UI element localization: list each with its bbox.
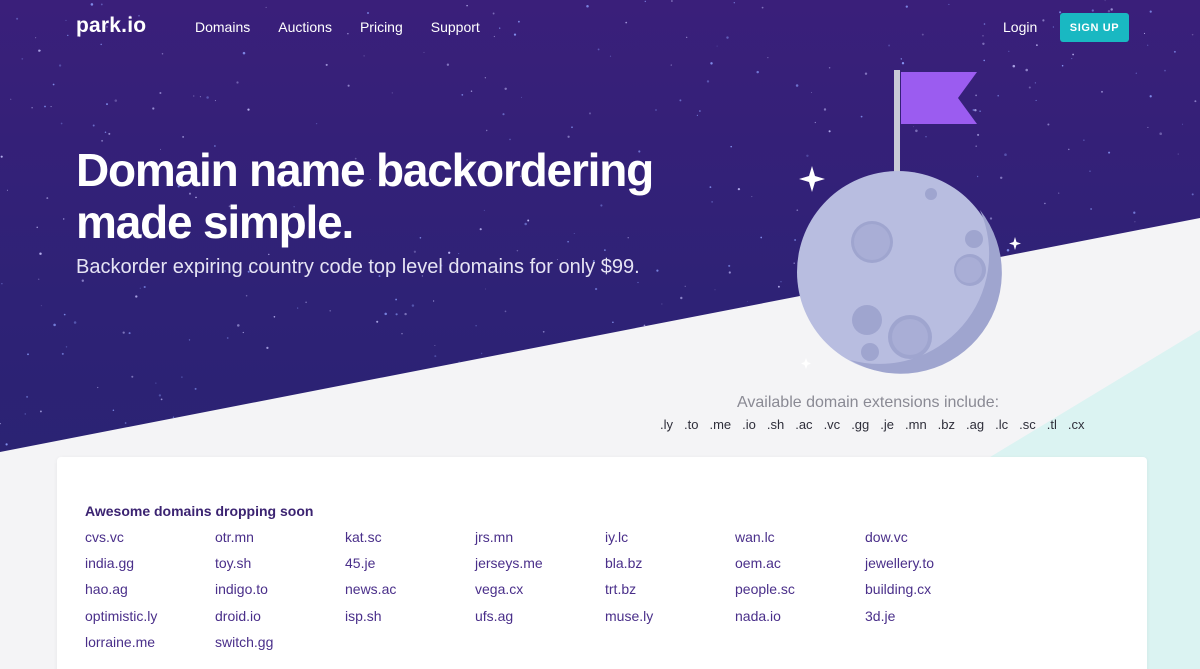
domain-link[interactable]: toy.sh: [215, 555, 345, 581]
extension-item: .je: [880, 417, 894, 432]
hero-headline-line2: made simple.: [76, 196, 354, 248]
dropping-soon-title: Awesome domains dropping soon: [85, 503, 314, 519]
dropping-soon-card: Awesome domains dropping soon cvs.vc indi…: [57, 457, 1147, 669]
domain-link[interactable]: ufs.ag: [475, 608, 605, 634]
crater: [861, 343, 879, 361]
domain-link[interactable]: news.ac: [345, 581, 475, 607]
domain-link[interactable]: jrs.mn: [475, 529, 605, 555]
domain-link[interactable]: muse.ly: [605, 608, 735, 634]
flag-pole: [894, 70, 900, 182]
domain-link[interactable]: oem.ac: [735, 555, 865, 581]
crater: [925, 188, 937, 200]
sparkle-icon: [1009, 237, 1021, 250]
domain-link[interactable]: optimistic.ly: [85, 608, 215, 634]
domain-link[interactable]: 45.je: [345, 555, 475, 581]
extension-item: .lc: [995, 417, 1009, 432]
nav-link-auctions[interactable]: Auctions: [278, 19, 332, 35]
domain-link[interactable]: jerseys.me: [475, 555, 605, 581]
crater: [852, 305, 882, 335]
domain-link[interactable]: kat.sc: [345, 529, 475, 555]
crater: [965, 230, 983, 248]
domain-link[interactable]: nada.io: [735, 608, 865, 634]
domain-link[interactable]: dow.vc: [865, 529, 995, 555]
logo[interactable]: park.io: [76, 14, 146, 38]
empty-cell: [865, 634, 995, 660]
domain-link[interactable]: isp.sh: [345, 608, 475, 634]
extension-item: .io: [742, 417, 756, 432]
extension-item: .ly: [660, 417, 673, 432]
top-nav: park.io Domains Auctions Pricing Support…: [0, 0, 1200, 56]
sparkle-icon: [801, 358, 811, 369]
empty-cell: [605, 634, 735, 660]
empty-cell: [345, 634, 475, 660]
extension-item: .cx: [1067, 417, 1085, 432]
domain-link[interactable]: people.sc: [735, 581, 865, 607]
domain-link[interactable]: 3d.je: [865, 608, 995, 634]
extension-item: .gg: [851, 417, 870, 432]
hero-subhead: Backorder expiring country code top leve…: [76, 256, 640, 278]
empty-cell: [735, 634, 865, 660]
nav-links: Domains Auctions Pricing Support: [195, 19, 480, 35]
extension-item: .ac: [795, 417, 813, 432]
domain-link[interactable]: iy.lc: [605, 529, 735, 555]
moon-illustration: [797, 70, 1021, 374]
flag-icon: [901, 72, 977, 124]
domain-link[interactable]: building.cx: [865, 581, 995, 607]
domain-link[interactable]: hao.ag: [85, 581, 215, 607]
nav-link-support[interactable]: Support: [431, 19, 480, 35]
sparkle-icon: [799, 166, 825, 192]
empty-cell: [475, 634, 605, 660]
extension-item: .ag: [966, 417, 985, 432]
hero-headline-line1: Domain name backordering: [76, 144, 654, 196]
nav-link-domains[interactable]: Domains: [195, 19, 250, 35]
domain-link[interactable]: india.gg: [85, 555, 215, 581]
domain-link[interactable]: droid.io: [215, 608, 345, 634]
domain-link[interactable]: wan.lc: [735, 529, 865, 555]
extension-item: .me: [709, 417, 732, 432]
domain-link[interactable]: vega.cx: [475, 581, 605, 607]
extension-item: .mn: [905, 417, 927, 432]
extension-item: .to: [684, 417, 699, 432]
domain-link[interactable]: indigo.to: [215, 581, 345, 607]
domain-link[interactable]: lorraine.me: [85, 634, 215, 660]
signup-button[interactable]: SIGN UP: [1060, 13, 1129, 42]
domain-link[interactable]: bla.bz: [605, 555, 735, 581]
extension-item: .tl: [1046, 417, 1057, 432]
domain-link[interactable]: switch.gg: [215, 634, 345, 660]
domain-link[interactable]: jewellery.to: [865, 555, 995, 581]
hero-headline: Domain name backordering made simple.: [76, 144, 726, 248]
extension-item: .bz: [937, 417, 956, 432]
login-link[interactable]: Login: [1003, 19, 1037, 35]
domain-link[interactable]: trt.bz: [605, 581, 735, 607]
extensions-title: Available domain extensions include:: [737, 394, 1000, 411]
extension-item: .sc: [1019, 417, 1036, 432]
extension-item: .vc: [823, 417, 841, 432]
extensions-list: .ly .to .me .io .sh .ac .vc .gg .je .mn .bz .ag .lc.…: [660, 417, 1084, 432]
domain-link[interactable]: cvs.vc: [85, 529, 215, 555]
dropping-domains-grid: cvs.vc india.gg hao.ag optimistic.ly lorrain…: [85, 529, 995, 660]
domain-link[interactable]: otr.mn: [215, 529, 345, 555]
extension-item: .sh: [766, 417, 785, 432]
nav-link-pricing[interactable]: Pricing: [360, 19, 403, 35]
